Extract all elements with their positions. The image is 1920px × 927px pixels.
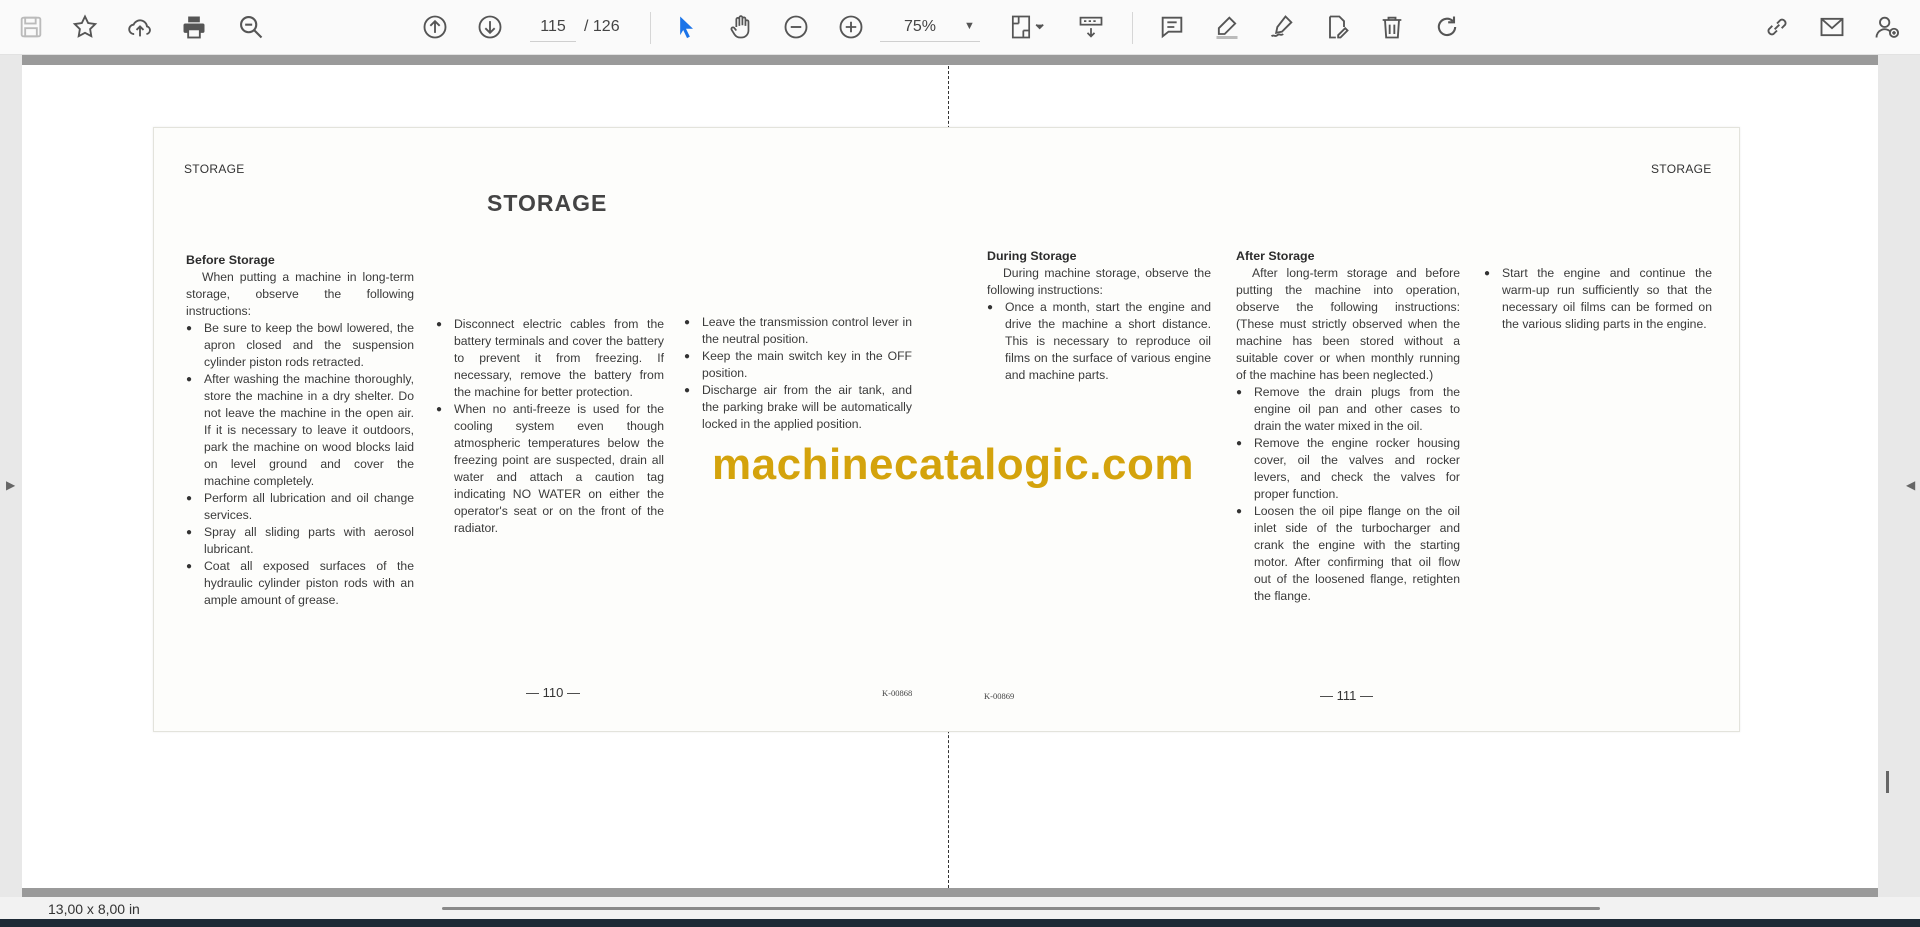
after-storage-intro: After long-term storage and before putti… bbox=[1236, 266, 1460, 382]
before-storage-intro: When putting a machine in long-term stor… bbox=[186, 270, 414, 318]
left-page-number: — 110 — bbox=[526, 685, 580, 700]
before-storage-heading: Before Storage bbox=[186, 253, 275, 267]
status-bar: 13,00 x 8,00 in bbox=[0, 897, 1920, 919]
delete-icon[interactable] bbox=[1375, 10, 1409, 44]
list-item: Start the engine and continue the warm-u… bbox=[1484, 265, 1712, 333]
viewport-bottom-border bbox=[22, 888, 1878, 897]
arrow-down-icon[interactable] bbox=[473, 10, 507, 44]
list-item: After washing the machine thoroughly, st… bbox=[186, 371, 414, 490]
edit-icon[interactable] bbox=[1320, 10, 1354, 44]
after-storage-list: Remove the drain plugs from the engine o… bbox=[1236, 384, 1460, 605]
list-item: Coat all exposed surfaces of the hydraul… bbox=[186, 558, 414, 609]
zoom-search-icon[interactable] bbox=[234, 10, 268, 44]
list-item: Be sure to keep the bowl lowered, the ap… bbox=[186, 320, 414, 371]
zoom-in-icon[interactable] bbox=[834, 10, 868, 44]
chevron-right-icon[interactable]: ▶ bbox=[6, 478, 15, 492]
list-item: Remove the drain plugs from the engine o… bbox=[1236, 384, 1460, 435]
print-icon[interactable] bbox=[177, 10, 211, 44]
right-col-3: Start the engine and continue the warm-u… bbox=[1484, 265, 1712, 333]
right-page-header: STORAGE bbox=[1651, 162, 1712, 176]
list-item: Leave the transmission control lever in … bbox=[684, 314, 912, 348]
fit-page-icon[interactable] bbox=[1004, 10, 1052, 44]
watermark-text: machinecatalogic.com bbox=[712, 440, 1194, 489]
during-storage-heading: During Storage bbox=[987, 249, 1077, 263]
list-item: Loosen the oil pipe flange on the oil in… bbox=[1236, 503, 1460, 605]
before-storage-list: Be sure to keep the bowl lowered, the ap… bbox=[186, 320, 414, 609]
horizontal-scrollbar[interactable] bbox=[442, 907, 1600, 910]
toolbar-separator bbox=[1132, 12, 1133, 44]
right-col-1: During Storage During machine storage, o… bbox=[987, 248, 1211, 384]
list-item: When no anti-freeze is used for the cool… bbox=[436, 401, 664, 537]
save-icon[interactable] bbox=[14, 10, 48, 44]
during-storage-intro: During machine storage, observe the foll… bbox=[987, 266, 1211, 297]
page-total: / 126 bbox=[584, 18, 620, 35]
list-item: Perform all lubrication and oil change s… bbox=[186, 490, 414, 524]
zoom-out-icon[interactable] bbox=[779, 10, 813, 44]
page-size-label: 13,00 x 8,00 in bbox=[48, 901, 140, 917]
star-icon[interactable] bbox=[68, 10, 102, 44]
list-item: Spray all sliding parts with aerosol lub… bbox=[186, 524, 414, 558]
left-col-3-list: Leave the transmission control lever in … bbox=[684, 314, 912, 433]
zoom-select[interactable]: 75% ▼ bbox=[880, 12, 980, 42]
toolbar: / 126 75% ▼ bbox=[0, 0, 1920, 55]
comment-icon[interactable] bbox=[1155, 10, 1189, 44]
list-item: Disconnect electric cables from the batt… bbox=[436, 316, 664, 401]
zoom-value: 75% bbox=[904, 18, 937, 35]
taskbar-strip bbox=[0, 919, 1920, 927]
page-title: STORAGE bbox=[487, 190, 608, 216]
during-storage-list: Once a month, start the engine and drive… bbox=[987, 299, 1211, 384]
left-col-2-list: Disconnect electric cables from the batt… bbox=[436, 316, 664, 537]
hand-icon[interactable] bbox=[724, 10, 758, 44]
highlight-icon[interactable] bbox=[1210, 10, 1244, 44]
page-number-input[interactable] bbox=[530, 12, 576, 42]
arrow-up-icon[interactable] bbox=[418, 10, 452, 44]
list-item: Keep the main switch key in the OFF posi… bbox=[684, 348, 912, 382]
link-icon[interactable] bbox=[1760, 10, 1794, 44]
chevron-down-icon: ▼ bbox=[964, 20, 975, 32]
right-page-number: — 111 — bbox=[1320, 688, 1373, 703]
right-col-2: After Storage After long-term storage an… bbox=[1236, 248, 1460, 605]
list-item: Discharge air from the air tank, and the… bbox=[684, 382, 912, 433]
mail-icon[interactable] bbox=[1815, 10, 1849, 44]
sign-icon[interactable] bbox=[1265, 10, 1299, 44]
vertical-scrollbar[interactable] bbox=[1886, 771, 1889, 793]
left-page-code: K-00868 bbox=[882, 688, 913, 698]
viewport-top-border bbox=[22, 55, 1878, 65]
right-page-code: K-00869 bbox=[984, 691, 1015, 701]
left-col-2: Disconnect electric cables from the batt… bbox=[436, 316, 664, 537]
left-page-header: STORAGE bbox=[184, 162, 245, 176]
toolbar-separator bbox=[650, 12, 651, 44]
left-col-1: Before Storage When putting a machine in… bbox=[186, 252, 414, 609]
left-col-3: Leave the transmission control lever in … bbox=[684, 314, 912, 433]
chevron-left-icon[interactable]: ◀ bbox=[1906, 478, 1915, 492]
upload-icon[interactable] bbox=[123, 10, 157, 44]
rotate-icon[interactable] bbox=[1430, 10, 1464, 44]
pointer-icon[interactable] bbox=[669, 10, 703, 44]
after-storage-heading: After Storage bbox=[1236, 249, 1315, 263]
list-item: Remove the engine rocker housing cover, … bbox=[1236, 435, 1460, 503]
right-col-3-list: Start the engine and continue the warm-u… bbox=[1484, 265, 1712, 333]
scroll-mode-icon[interactable] bbox=[1074, 10, 1108, 44]
list-item: Once a month, start the engine and drive… bbox=[987, 299, 1211, 384]
scanned-document: STORAGE STORAGE Before Storage When putt… bbox=[153, 127, 1740, 732]
account-icon[interactable] bbox=[1870, 10, 1904, 44]
